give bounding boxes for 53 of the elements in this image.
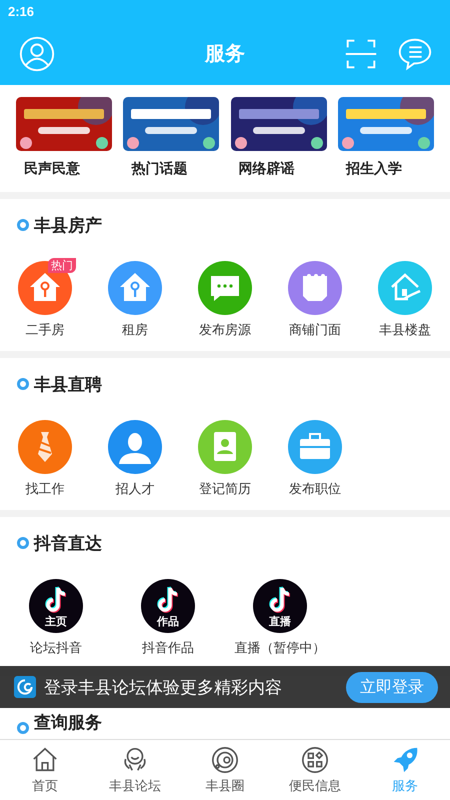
music-note-icon[interactable] bbox=[29, 579, 83, 633]
banner-title[interactable]: 招生入学 bbox=[338, 160, 434, 178]
bullet-icon bbox=[17, 378, 29, 390]
rocket-icon bbox=[391, 746, 419, 774]
shop-icon[interactable] bbox=[288, 261, 342, 315]
service-label[interactable]: 招人才 bbox=[116, 480, 154, 498]
music-note-icon[interactable] bbox=[141, 579, 195, 633]
service-label[interactable]: 商铺门面 bbox=[289, 321, 341, 339]
home-icon bbox=[31, 746, 59, 774]
music-note-icon[interactable] bbox=[253, 579, 307, 633]
grid-icon bbox=[301, 746, 329, 774]
service-label[interactable]: 丰县楼盘 bbox=[379, 321, 431, 339]
house-key-icon[interactable] bbox=[18, 261, 72, 315]
nav-tab[interactable]: 丰县圈 bbox=[180, 740, 270, 800]
nav-tab[interactable]: 丰县论坛 bbox=[90, 740, 180, 800]
service-label[interactable]: 发布职位 bbox=[289, 480, 341, 498]
section-title: 丰县直聘 bbox=[34, 374, 102, 396]
service-label[interactable]: 论坛抖音 bbox=[30, 639, 82, 657]
login-prompt: 登录丰县论坛体验更多精彩内容 bbox=[44, 676, 283, 698]
bullet-icon bbox=[17, 722, 29, 734]
status-time: 2:16 bbox=[8, 4, 34, 18]
service-label[interactable]: 直播（暂停中） bbox=[234, 639, 326, 657]
house-hand-icon[interactable] bbox=[378, 261, 432, 315]
briefcase-icon[interactable] bbox=[288, 420, 342, 474]
icon-caption: 直播 bbox=[268, 614, 292, 629]
service-label[interactable]: 抖音作品 bbox=[142, 639, 194, 657]
house-key-icon[interactable] bbox=[108, 261, 162, 315]
icon-caption: 作品 bbox=[156, 614, 180, 629]
bullet-icon bbox=[17, 219, 29, 231]
section-title: 抖音直达 bbox=[34, 532, 102, 554]
service-label[interactable]: 找工作 bbox=[26, 480, 64, 498]
contact-book-icon[interactable] bbox=[198, 420, 252, 474]
banner-title[interactable]: 热门话题 bbox=[123, 160, 220, 178]
banner-title[interactable]: 民声民意 bbox=[16, 160, 112, 178]
hot-badge: 热门 bbox=[48, 258, 76, 273]
service-label[interactable]: 登记简历 bbox=[199, 480, 251, 498]
nav-tab[interactable]: 首页 bbox=[0, 740, 90, 800]
service-label[interactable]: 租房 bbox=[122, 321, 148, 339]
banner-title[interactable]: 网络辟谣 bbox=[230, 160, 327, 178]
tie-icon[interactable] bbox=[18, 420, 72, 474]
swirl-logo-icon bbox=[14, 676, 36, 698]
section-title: 查询服务 bbox=[34, 712, 102, 734]
icon-caption: 主页 bbox=[44, 614, 68, 629]
service-label[interactable]: 二手房 bbox=[26, 321, 64, 339]
nav-tab[interactable]: 便民信息 bbox=[270, 740, 360, 800]
service-label[interactable]: 发布房源 bbox=[199, 321, 251, 339]
person-icon[interactable] bbox=[108, 420, 162, 474]
bullet-icon bbox=[17, 537, 29, 549]
chat-icon[interactable] bbox=[198, 261, 252, 315]
section-title: 丰县房产 bbox=[34, 214, 102, 236]
page-title: 服务 bbox=[205, 40, 245, 67]
orbit-icon bbox=[211, 746, 239, 774]
profile-icon[interactable] bbox=[18, 34, 56, 72]
